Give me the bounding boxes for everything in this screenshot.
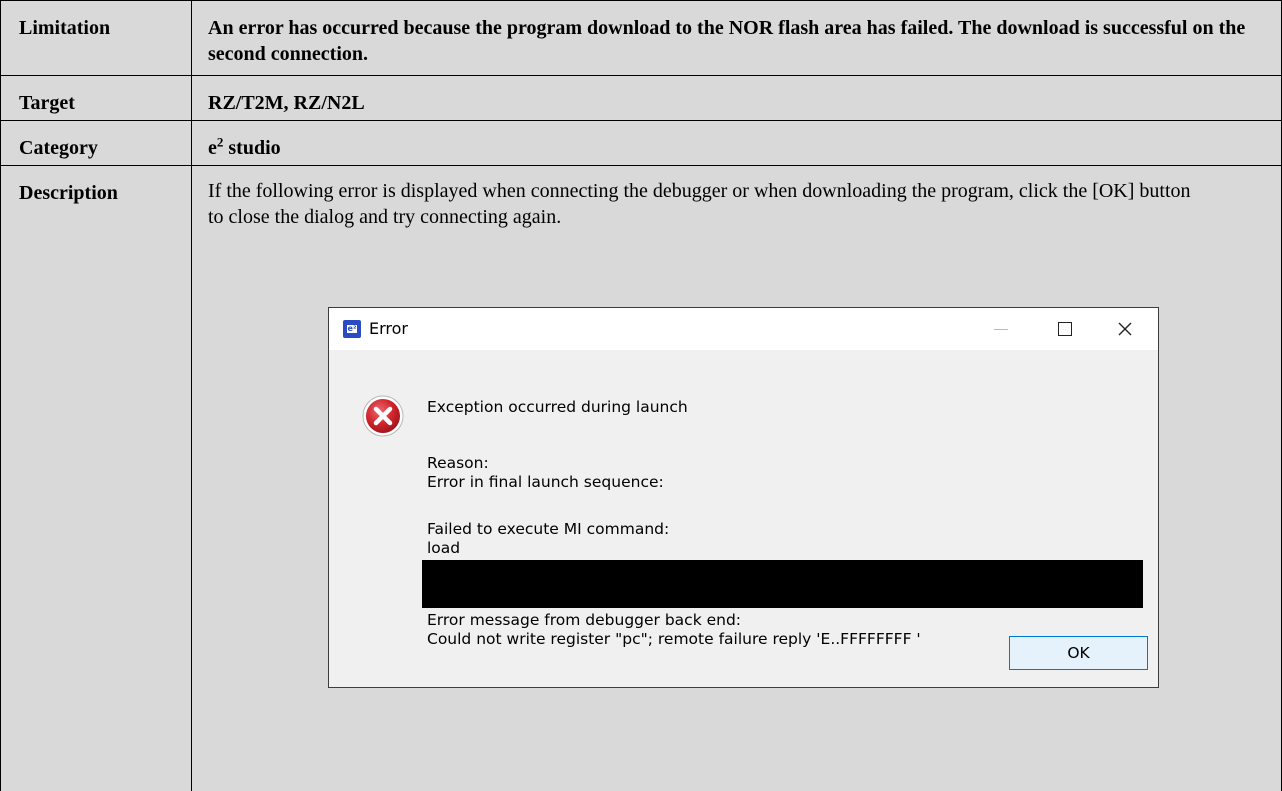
error-heading: Exception occurred during launch [427, 398, 688, 416]
description-text: If the following error is displayed when… [208, 180, 1191, 228]
command-text: load [427, 539, 461, 557]
row-value: RZ/T2M, RZ/N2L [191, 75, 1282, 121]
maximize-button[interactable] [1037, 308, 1093, 350]
row-value: e2 studio [191, 120, 1282, 166]
category-base: e [208, 137, 217, 159]
table-row: Category e2 studio [0, 120, 1282, 166]
reason-label: Reason: [427, 454, 489, 472]
redacted-block [422, 560, 1143, 608]
row-value: An error has occurred because the progra… [191, 0, 1282, 76]
row-label: Description [0, 165, 192, 791]
row-label: Target [0, 75, 192, 121]
error-x-icon [362, 395, 404, 437]
error-dialog: e² Error Exception occurred during launc… [328, 307, 1159, 688]
dialog-title: Error [369, 319, 408, 338]
backend-message: Could not write register "pc"; remote fa… [427, 630, 921, 648]
reason-text: Error in final launch sequence: [427, 473, 664, 491]
minimize-button[interactable] [973, 308, 1029, 350]
row-label: Category [0, 120, 192, 166]
category-rest: studio [223, 137, 281, 159]
failed-label: Failed to execute MI command: [427, 520, 670, 538]
table-row: Limitation An error has occurred because… [0, 0, 1282, 76]
maximize-icon [1058, 322, 1072, 336]
ok-button[interactable]: OK [1009, 636, 1148, 670]
table-row: Target RZ/T2M, RZ/N2L [0, 75, 1282, 121]
close-button[interactable] [1097, 308, 1153, 350]
dialog-titlebar[interactable]: e² Error [329, 308, 1158, 350]
e2-studio-app-icon: e² [343, 320, 361, 338]
ok-label: OK [1067, 644, 1090, 662]
minimize-icon [994, 328, 1008, 330]
close-icon [1118, 322, 1132, 336]
backend-label: Error message from debugger back end: [427, 611, 742, 629]
row-label: Limitation [0, 0, 192, 76]
